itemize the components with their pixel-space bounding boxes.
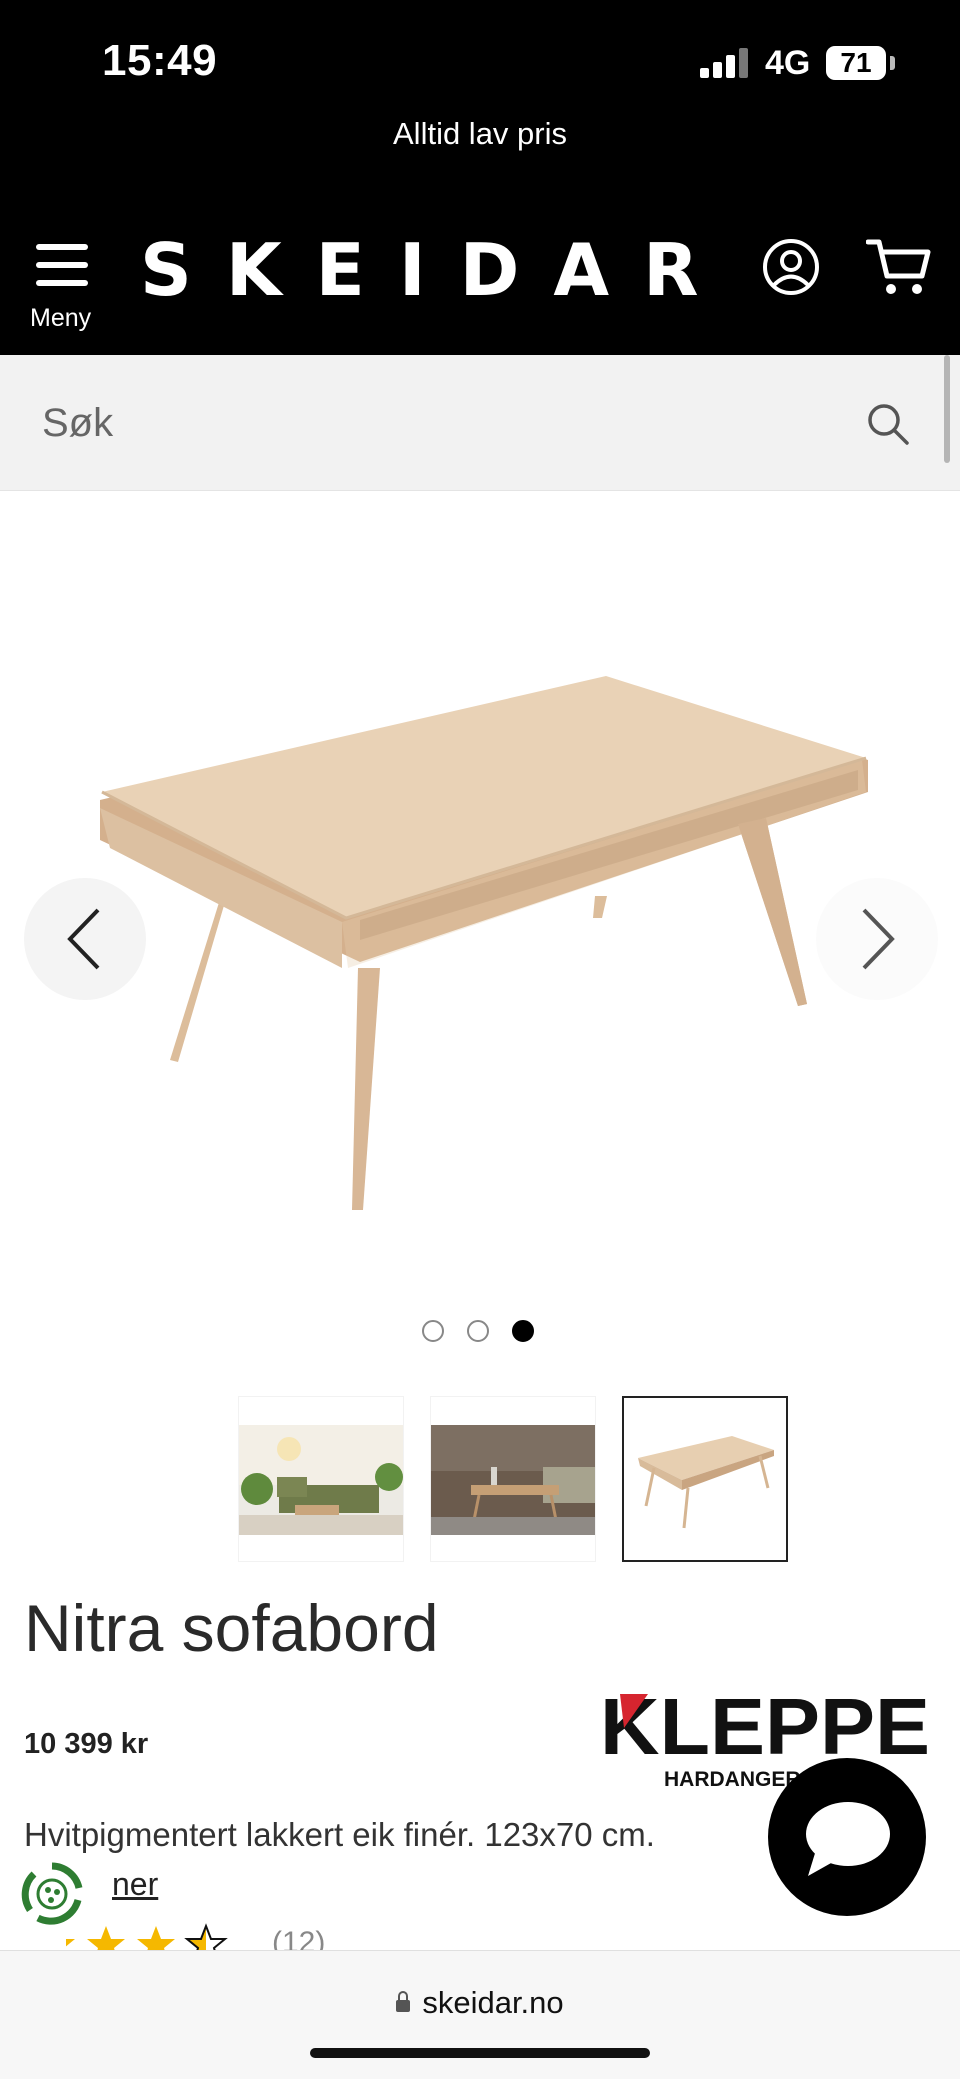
- product-description: Hvitpigmentert lakkert eik finér. 123x70…: [24, 1816, 655, 1853]
- product-title: Nitra sofabord: [24, 1591, 439, 1665]
- thumbnail-image: [638, 1436, 774, 1529]
- product-image[interactable]: [90, 640, 890, 1220]
- chat-button[interactable]: [768, 1758, 926, 1916]
- thumbnail-2[interactable]: [430, 1396, 596, 1562]
- site-logo[interactable]: SKEIDAR: [140, 228, 699, 312]
- chat-bubble-icon: [806, 1802, 890, 1876]
- network-label: 4G: [765, 44, 811, 82]
- pagination-dot-3[interactable]: [512, 1320, 534, 1342]
- pagination-dot-1[interactable]: [422, 1320, 444, 1342]
- top-bar: 15:49 4G 71 Alltid lav pris Meny SKEIDAR: [0, 0, 960, 355]
- chevron-right-icon: [862, 908, 895, 970]
- menu-button[interactable]: Meny: [28, 238, 100, 334]
- search-bar: [0, 355, 960, 491]
- search-input[interactable]: [40, 385, 824, 461]
- url-display[interactable]: skeidar.no: [0, 1985, 960, 2021]
- pagination-dot-2[interactable]: [467, 1320, 489, 1342]
- signal-icon: [700, 48, 752, 78]
- thumbnail-image: [239, 1425, 403, 1535]
- chevron-left-icon: [67, 908, 100, 970]
- hamburger-icon: [36, 242, 88, 288]
- search-icon[interactable]: [866, 402, 910, 446]
- menu-label: Meny: [30, 304, 92, 332]
- status-time: 15:49: [102, 36, 218, 85]
- lock-icon: [396, 1991, 411, 2012]
- read-more-link[interactable]: ner: [112, 1866, 158, 1903]
- home-indicator[interactable]: [310, 2048, 650, 2058]
- next-image-button[interactable]: [816, 878, 938, 1000]
- battery-tip: [890, 56, 895, 70]
- previous-image-button[interactable]: [24, 878, 146, 1000]
- thumbnail-3[interactable]: [622, 1396, 788, 1562]
- battery-icon: 71: [826, 46, 886, 80]
- promo-banner[interactable]: Alltid lav pris: [0, 116, 960, 152]
- browser-url-bar: skeidar.no: [0, 1950, 960, 2079]
- recycle-icon[interactable]: [16, 1858, 88, 1930]
- page-scrollbar[interactable]: [944, 355, 950, 463]
- thumbnail-1[interactable]: [238, 1396, 404, 1562]
- image-pagination: [420, 1320, 540, 1348]
- cart-icon[interactable]: [866, 236, 932, 298]
- thumbnail-image: [431, 1425, 595, 1535]
- account-icon[interactable]: [762, 238, 820, 296]
- product-price: 10 399 kr: [24, 1728, 149, 1760]
- url-text: skeidar.no: [422, 1985, 564, 2020]
